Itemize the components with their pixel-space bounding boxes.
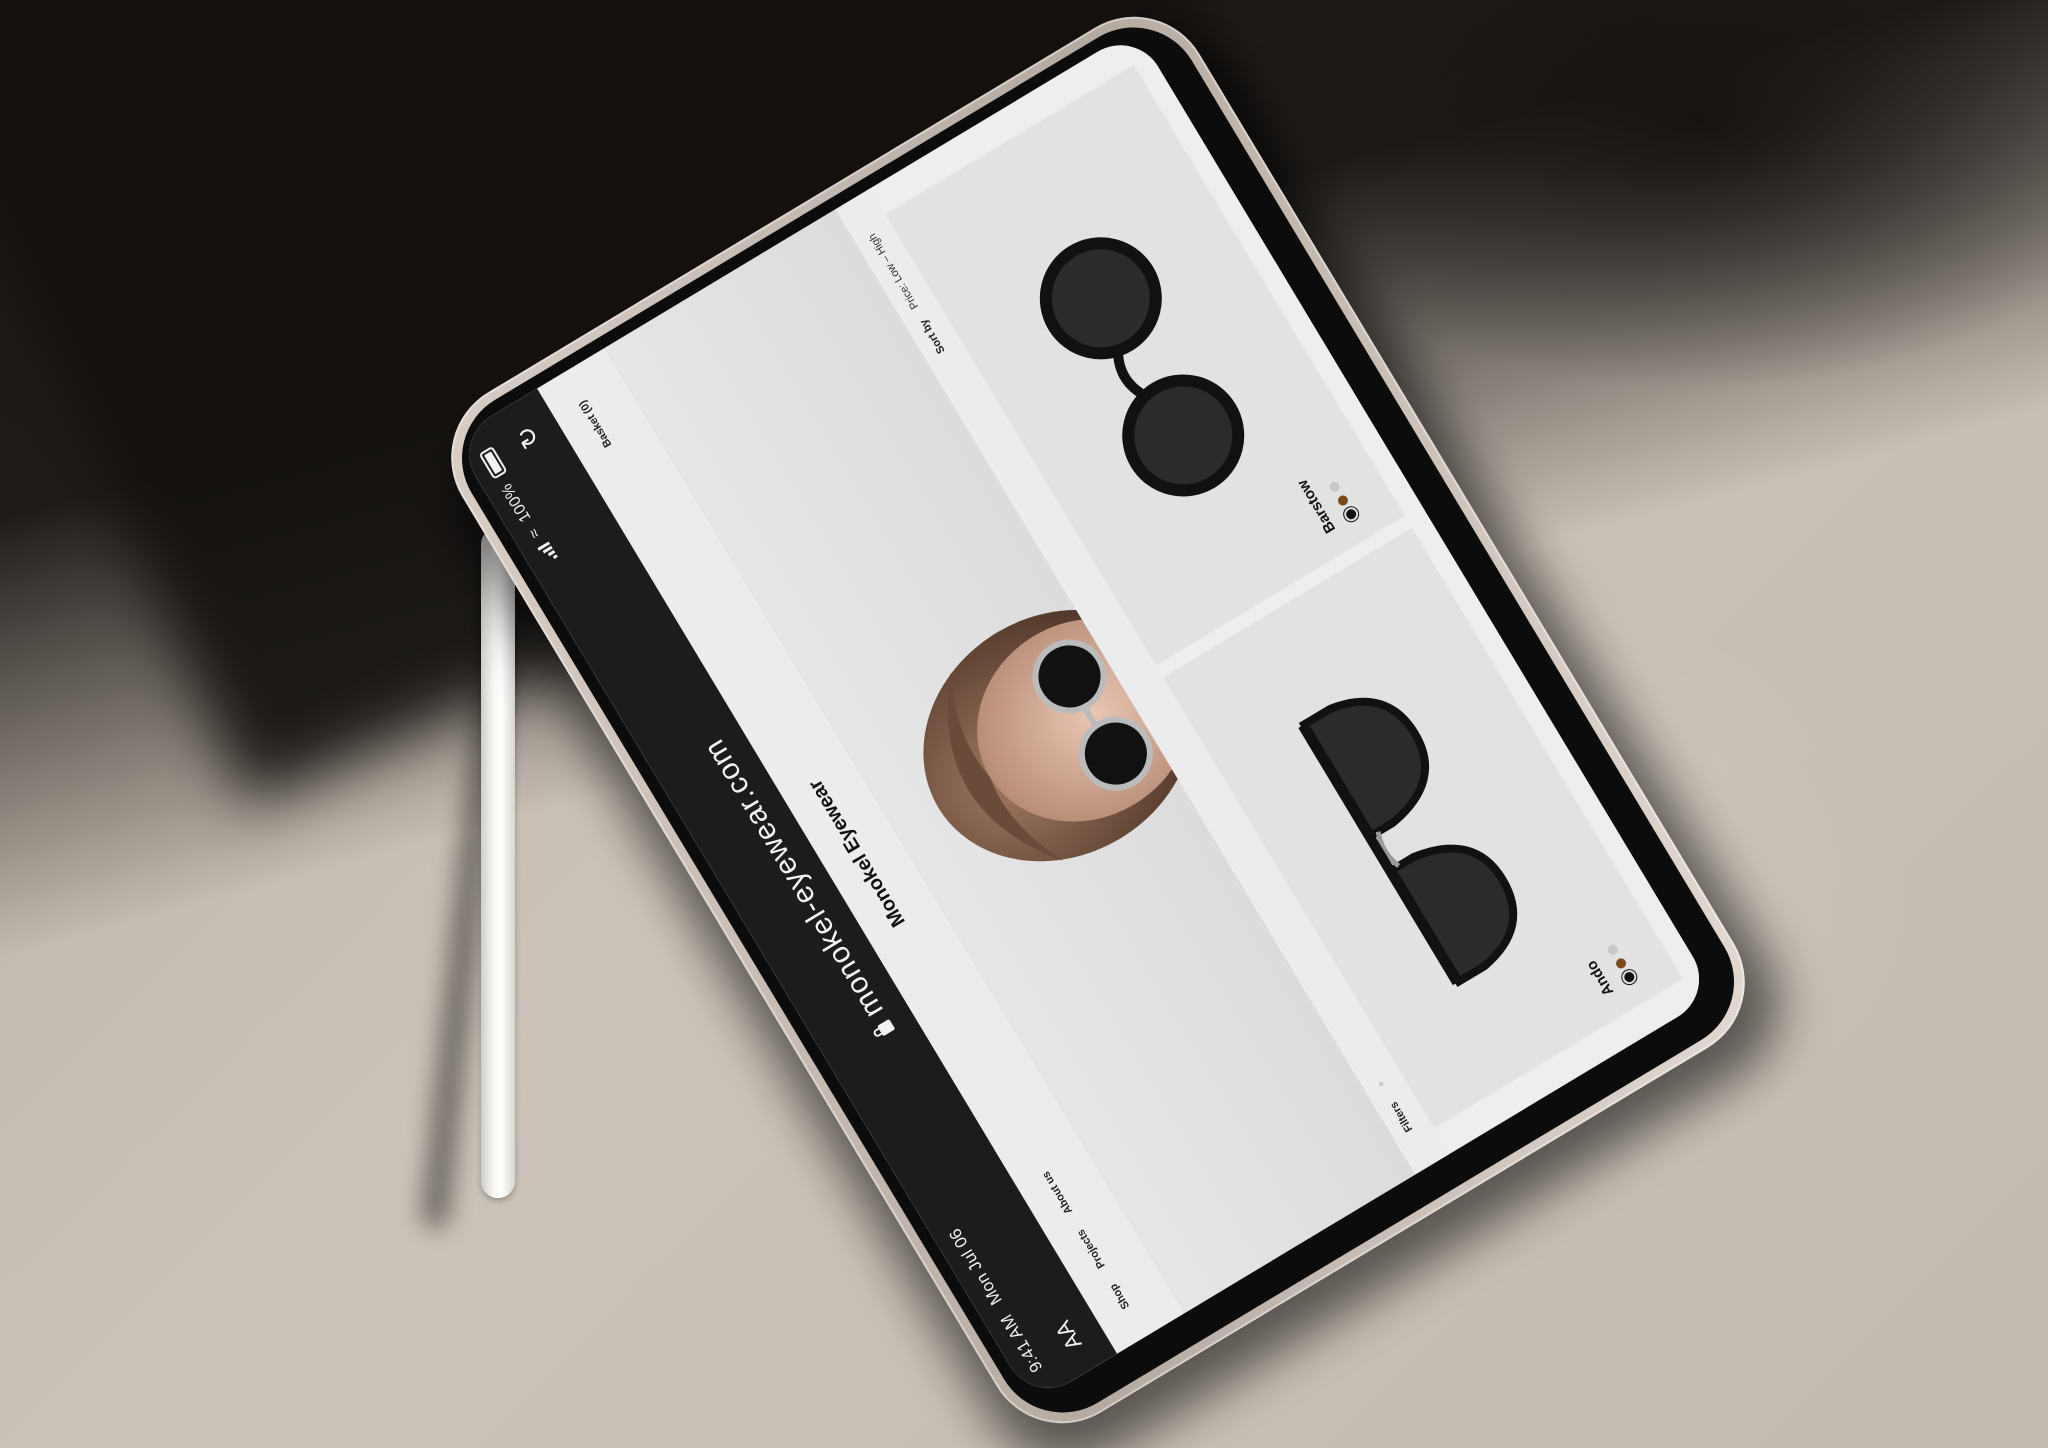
wifi-icon: ≈ [525, 524, 545, 542]
swatch-tortoise[interactable] [1614, 956, 1628, 971]
signal-icon [537, 541, 558, 565]
battery-icon [478, 445, 508, 480]
desk-scene: 9:41 AM Mon Jul 06 ≈ 100% AA monokel-eye… [0, 0, 2048, 1448]
text-size-button[interactable]: AA [1034, 1290, 1087, 1355]
color-swatches [1327, 479, 1359, 522]
swatch-grey[interactable] [1327, 479, 1342, 494]
battery-percent: 100% [498, 480, 535, 525]
swatch-tortoise[interactable] [1336, 493, 1350, 508]
swatch-black[interactable] [1622, 970, 1637, 984]
swatch-grey[interactable] [1605, 942, 1620, 957]
lock-icon [877, 1018, 896, 1037]
filters-toggle[interactable]: + [1375, 1078, 1389, 1090]
swatch-black[interactable] [1344, 507, 1359, 522]
stylus-pencil [481, 506, 515, 1198]
sort-label: Sort by [917, 316, 948, 356]
filters-button[interactable]: Filters [1388, 1099, 1415, 1133]
reload-icon[interactable]: ↻ [509, 420, 547, 454]
product-name: Ando [1582, 957, 1618, 999]
